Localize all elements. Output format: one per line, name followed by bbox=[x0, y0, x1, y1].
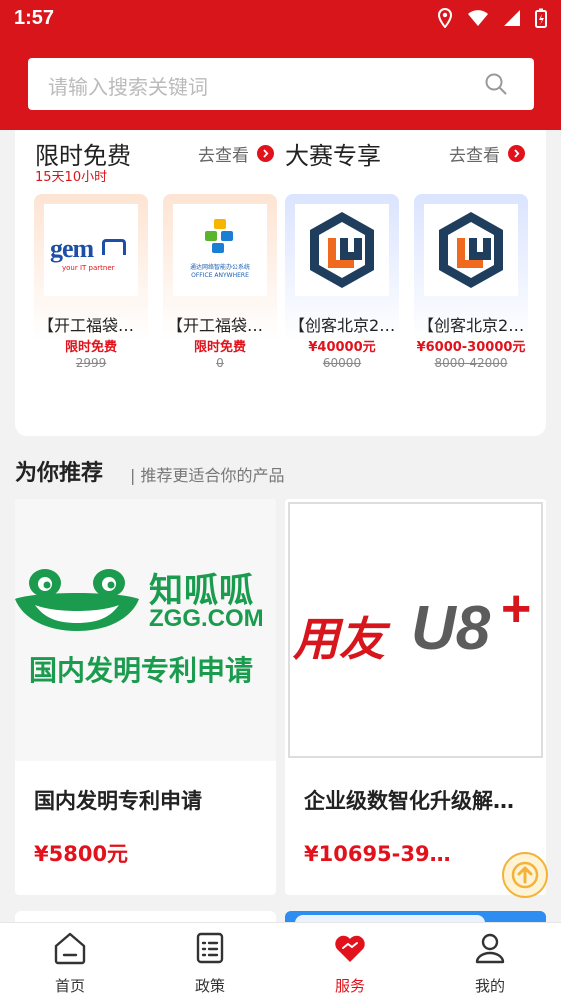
zgg-domain-text: ZGG.COM bbox=[149, 605, 264, 632]
promo-product-old-price: 2999 bbox=[75, 356, 107, 370]
tongda-oa-logo: 通达网络智能办公系统 OFFICE ANYWHERE bbox=[173, 204, 267, 296]
wifi-icon bbox=[468, 10, 488, 26]
chevron-right-icon bbox=[508, 145, 525, 162]
recommend-product-card[interactable]: 知呱呱 ZGG.COM 国内发明专利申请 国内发明专利申请 ¥5800元 bbox=[15, 499, 276, 895]
promo-card: 限时免费 15天10小时 去查看 大赛专享 去查看 gem your IT pa… bbox=[15, 130, 546, 436]
gemini-tagline: your IT partner bbox=[62, 264, 115, 272]
location-icon bbox=[437, 8, 453, 28]
gemini-mark bbox=[102, 239, 126, 255]
header: 请输入搜索关键词 bbox=[0, 38, 561, 130]
status-bar: 1:57 bbox=[0, 0, 561, 38]
yonyou-u-text: U8 bbox=[411, 594, 491, 663]
status-time: 1:57 bbox=[14, 7, 55, 29]
tongda-mark bbox=[205, 219, 233, 253]
gemini-brand-text: gem bbox=[50, 234, 94, 263]
contest-section-title: 大赛专享 bbox=[285, 142, 381, 170]
tab-profile[interactable]: 我的 bbox=[420, 923, 560, 999]
hexagon-logo-icon bbox=[310, 212, 374, 288]
frog-logo-icon bbox=[15, 569, 139, 631]
promo-product-old-price: 0 bbox=[216, 356, 224, 370]
promo-product-price: 限时免费 bbox=[193, 340, 246, 355]
promo-product-price: 限时免费 bbox=[64, 340, 117, 355]
promo-product-old-price: 8000-42000 bbox=[434, 356, 508, 370]
yonyou-u8-logo: 用友 U8 + bbox=[285, 499, 546, 761]
chuangke-logo bbox=[295, 204, 389, 296]
tab-service[interactable]: 服务 bbox=[280, 923, 420, 999]
recommend-product-name: 国内发明专利申请 bbox=[34, 789, 202, 813]
recommend-product-price: ¥5800元 bbox=[34, 842, 129, 866]
search-icon[interactable] bbox=[484, 72, 508, 96]
tab-policy[interactable]: 政策 bbox=[140, 923, 280, 999]
promo-product-price: ¥40000元 bbox=[308, 340, 376, 355]
zgg-slogan-text: 国内发明专利申请 bbox=[29, 654, 254, 687]
gemini-logo: gem your IT partner bbox=[44, 204, 138, 296]
contest-section-more-link[interactable]: 去查看 bbox=[449, 141, 525, 166]
tongda-en-text: OFFICE ANYWHERE bbox=[191, 272, 249, 279]
profile-icon bbox=[475, 933, 505, 964]
promo-product-name: 【开工福袋】Gemini bbox=[38, 316, 148, 335]
promo-product-old-price: 60000 bbox=[322, 356, 362, 370]
yonyou-plus-text: + bbox=[501, 580, 532, 638]
promo-product-card[interactable]: gem your IT partner 【开工福袋】Gemini 限时免费 29… bbox=[34, 194, 148, 370]
signal-icon bbox=[504, 10, 520, 26]
recommend-product-price: ¥10695-39800元 bbox=[304, 842, 454, 866]
policy-icon bbox=[196, 932, 224, 964]
recommend-product-card[interactable]: 用友 U8 + 企业级数智化升级解决方案 ¥10695-39800元 bbox=[285, 499, 546, 895]
chevron-right-icon bbox=[257, 145, 274, 162]
promo-product-card[interactable]: 【创客北京2023】 ¥6000-30000元 8000-42000 bbox=[414, 194, 528, 370]
tongda-cn-text: 通达网络智能办公系统 bbox=[189, 264, 250, 271]
status-icons bbox=[437, 8, 547, 28]
chuangke-logo bbox=[424, 204, 518, 296]
recommend-title: 为你推荐 bbox=[15, 461, 104, 486]
zgg-logo: 知呱呱 ZGG.COM 国内发明专利申请 bbox=[15, 499, 276, 761]
promo-product-card[interactable]: 通达网络智能办公系统 OFFICE ANYWHERE 【开工福袋】通达OA 限时… bbox=[163, 194, 277, 370]
battery-icon bbox=[535, 8, 547, 28]
promo-product-name: 【创客北京2023】 bbox=[289, 316, 399, 335]
countdown-label: 15天10小时 bbox=[35, 170, 108, 185]
search-placeholder: 请输入搜索关键词 bbox=[48, 75, 208, 99]
arrow-up-icon bbox=[511, 861, 539, 889]
promo-product-card[interactable]: 【创客北京2023】 ¥40000元 60000 bbox=[285, 194, 399, 370]
hexagon-logo-icon bbox=[439, 212, 503, 288]
promo-product-price: ¥6000-30000元 bbox=[416, 340, 526, 355]
recommend-subtitle: | 推荐更适合你的产品 bbox=[130, 466, 285, 485]
tab-home[interactable]: 首页 bbox=[0, 923, 140, 999]
tab-home-label: 首页 bbox=[54, 977, 85, 995]
contest-section-more-label: 去查看 bbox=[449, 146, 500, 166]
bottom-tab-bar: 首页 政策 服务 我的 bbox=[0, 922, 561, 999]
home-icon bbox=[54, 932, 86, 965]
promo-product-name: 【创客北京2023】 bbox=[418, 316, 528, 335]
tab-service-label: 服务 bbox=[334, 977, 365, 995]
tab-profile-label: 我的 bbox=[474, 977, 505, 995]
promo-product-name: 【开工福袋】通达OA bbox=[167, 316, 277, 335]
yonyou-cn-text: 用友 bbox=[293, 612, 385, 666]
service-icon bbox=[335, 935, 365, 962]
search-input[interactable]: 请输入搜索关键词 bbox=[28, 58, 534, 110]
free-section-more-label: 去查看 bbox=[198, 146, 249, 166]
recommend-product-name: 企业级数智化升级解决方案 bbox=[304, 789, 532, 813]
free-section-more-link[interactable]: 去查看 bbox=[198, 141, 274, 166]
back-to-top-button[interactable] bbox=[502, 852, 548, 898]
tab-policy-label: 政策 bbox=[194, 977, 225, 995]
